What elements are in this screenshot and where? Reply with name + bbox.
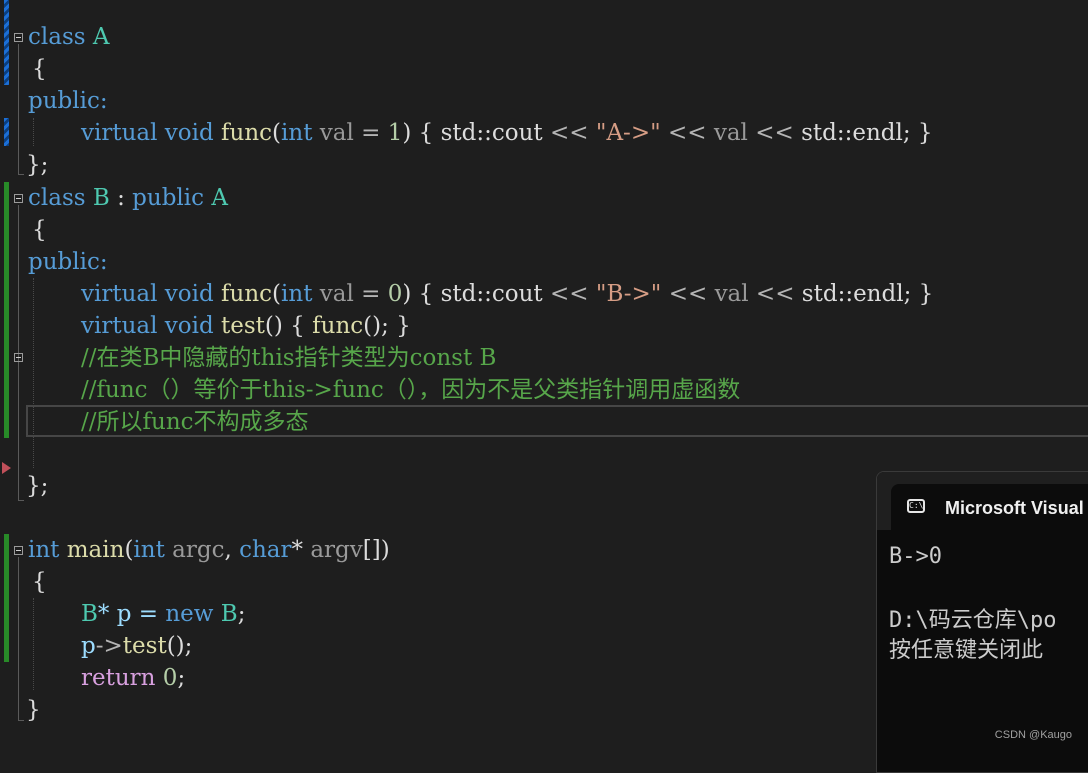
code-line[interactable]: { [32,566,47,598]
fold-toggle-class-b[interactable] [14,194,23,203]
change-bar-saved [4,0,9,85]
code-comment[interactable]: //func（）等价于this->func（），因为不是父类指针调用虚函数 [81,374,740,406]
console-window[interactable]: C:\ Microsoft Visual S B->0 D:\码云仓库\po 按… [876,471,1088,773]
console-titlebar[interactable]: C:\ Microsoft Visual S [877,472,1088,530]
code-line[interactable]: public: [28,85,108,117]
watermark: CSDN @Kaugo [994,729,1072,741]
change-bar-saved [4,118,9,146]
code-line[interactable]: return 0; [81,662,185,694]
code-line[interactable]: class B : public A [28,182,228,214]
fold-guide-end [18,174,24,175]
code-line[interactable]: public: [28,246,108,278]
code-line[interactable]: }; [26,149,48,181]
indent-guide [33,278,34,468]
console-output-line: B->0 [889,544,942,569]
fold-toggle-class-a[interactable] [14,33,23,42]
code-line[interactable]: } [26,694,41,726]
code-line[interactable]: B* p = new B; [81,598,245,630]
console-tab[interactable]: C:\ Microsoft Visual S [891,484,1088,530]
console-output-line: 按任意键关闭此 [889,638,1044,663]
fold-guide-end [18,720,24,721]
code-line[interactable]: virtual void func(int val = 1) { std::co… [81,117,933,149]
change-bar-unsaved [4,534,9,662]
fold-toggle-comment[interactable] [14,353,23,362]
execution-arrow-icon [2,462,11,474]
code-line[interactable]: class A [28,21,110,53]
fold-guide-end [18,500,24,501]
change-bar-unsaved [4,182,9,438]
console-output-line: D:\码云仓库\po [889,608,1057,633]
code-comment[interactable]: //在类B中隐藏的this指针类型为const B [81,342,496,374]
fold-guide [18,44,19,174]
indent-guide [33,598,34,690]
fold-guide [18,557,19,720]
code-line[interactable]: }; [26,470,48,502]
code-comment[interactable]: //所以func不构成多态 [81,406,309,438]
code-line[interactable]: virtual void func(int val = 0) { std::co… [81,278,933,310]
code-line[interactable]: { [32,53,47,85]
terminal-icon: C:\ [907,499,925,513]
console-title: Microsoft Visual S [945,498,1088,518]
code-line[interactable]: int main(int argc, char* argv[]) [28,534,390,566]
code-line[interactable]: p->test(); [81,630,192,662]
indent-guide [33,118,34,146]
code-line[interactable]: { [32,214,47,246]
fold-toggle-main[interactable] [14,546,23,555]
code-line[interactable]: virtual void test() { func(); } [81,310,411,342]
